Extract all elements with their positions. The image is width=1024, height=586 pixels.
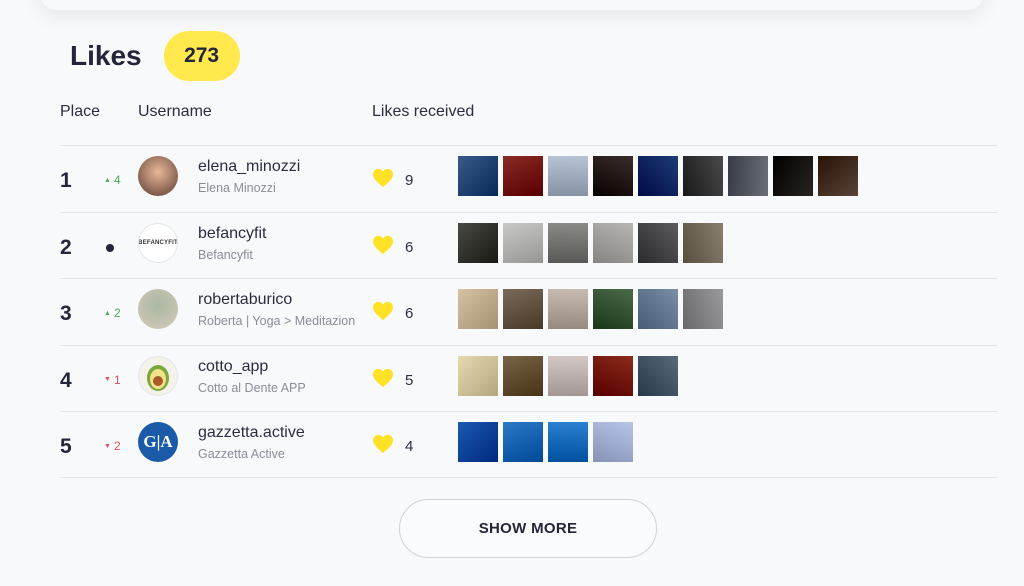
post-thumbnail[interactable] (638, 289, 678, 330)
post-thumbnail[interactable] (548, 222, 588, 263)
post-thumbnail[interactable] (458, 355, 498, 396)
post-thumbnail[interactable] (548, 156, 588, 196)
post-thumbnail[interactable] (458, 289, 498, 330)
liked-posts-thumbnails (458, 156, 858, 196)
top-card-shadow (40, 0, 984, 10)
arrow-up-icon: ▲ (104, 309, 111, 317)
arrow-down-icon: ▼ (104, 376, 111, 384)
post-thumbnail[interactable] (458, 156, 498, 196)
liked-posts-thumbnails (458, 222, 723, 263)
post-thumbnail[interactable] (503, 289, 543, 330)
column-header-place: Place (60, 103, 101, 120)
post-thumbnail[interactable] (773, 156, 813, 196)
table-row[interactable]: 3 ▲ 2 robertaburico Roberta | Yoga > Med… (60, 278, 997, 345)
liked-posts-thumbnails (458, 355, 678, 396)
arrow-down-icon: ▼ (104, 442, 111, 450)
likes-leaderboard: 1 ▲ 4 elena_minozzi Elena Minozzi 9 2 BE… (60, 145, 997, 478)
avocado-logo-icon (147, 364, 169, 391)
likes-count: 9 (405, 172, 414, 189)
post-thumbnail[interactable] (683, 156, 723, 196)
place-number: 4 (60, 368, 72, 392)
post-thumbnail[interactable] (638, 355, 678, 396)
post-thumbnail[interactable] (593, 289, 633, 330)
username-link[interactable]: elena_minozzi (198, 158, 300, 176)
column-headers: Place Username Likes received (0, 103, 1024, 125)
rank-change-indicator: ▲ 2 (104, 306, 121, 320)
liked-posts-thumbnails (458, 422, 633, 463)
rank-change-indicator: ▼ 2 (104, 439, 121, 453)
avatar[interactable]: BEFANCYFIT (138, 222, 178, 263)
post-thumbnail[interactable] (818, 156, 858, 196)
post-thumbnail[interactable] (728, 156, 768, 196)
full-name: Befancyfit (198, 247, 253, 262)
likes-count: 6 (405, 305, 414, 323)
likes-count: 5 (405, 371, 414, 389)
heart-icon (373, 235, 393, 254)
full-name: Elena Minozzi (198, 181, 276, 195)
heart-icon (373, 435, 393, 454)
avatar[interactable] (138, 355, 178, 396)
heart-icon (373, 302, 393, 321)
username-link[interactable]: robertaburico (198, 291, 292, 309)
rank-change-indicator: ▲ 4 (104, 173, 121, 187)
post-thumbnail[interactable] (593, 156, 633, 196)
arrow-up-icon: ▲ (104, 176, 111, 184)
rank-unchanged-dot (104, 240, 114, 252)
table-row[interactable]: 5 ▼ 2 G|A gazzetta.active Gazzetta Activ… (60, 411, 997, 478)
username-link[interactable]: cotto_app (198, 358, 268, 376)
heart-icon (373, 368, 393, 387)
post-thumbnail[interactable] (683, 289, 723, 330)
full-name: Roberta | Yoga > Meditazion (198, 314, 356, 329)
avatar-logo-text: BEFANCYFIT (138, 239, 178, 246)
post-thumbnail[interactable] (548, 355, 588, 396)
avatar[interactable] (138, 156, 178, 196)
rank-change-value: 2 (113, 439, 121, 454)
place-number: 3 (60, 302, 72, 326)
post-thumbnail[interactable] (503, 156, 543, 196)
post-thumbnail[interactable] (548, 422, 588, 463)
page-title: Likes (70, 40, 142, 71)
rank-change-value: 4 (113, 173, 121, 187)
post-thumbnail[interactable] (458, 422, 498, 463)
likes-count: 6 (405, 238, 414, 256)
avatar[interactable] (138, 289, 178, 330)
place-number: 1 (60, 169, 72, 192)
post-thumbnail[interactable] (593, 355, 633, 396)
column-header-username: Username (138, 103, 212, 120)
post-thumbnail[interactable] (593, 422, 633, 463)
full-name: Cotto al Dente APP (198, 380, 306, 395)
liked-posts-thumbnails (458, 289, 723, 330)
post-thumbnail[interactable] (458, 222, 498, 263)
likes-count-badge: 273 (163, 31, 240, 81)
post-thumbnail[interactable] (638, 222, 678, 263)
table-row[interactable]: 4 ▼ 1 cotto_app Cotto al Dente APP 5 (60, 344, 997, 412)
post-thumbnail[interactable] (638, 156, 678, 196)
rank-change-value: 2 (113, 306, 121, 321)
post-thumbnail[interactable] (593, 222, 633, 263)
rank-change-value: 1 (113, 372, 121, 387)
username-link[interactable]: befancyfit (198, 225, 266, 243)
full-name: Gazzetta Active (198, 447, 285, 462)
post-thumbnail[interactable] (503, 222, 543, 263)
show-more-button[interactable]: SHOW MORE (399, 499, 657, 558)
avatar-logo-text: G|A (143, 432, 173, 452)
likes-header: Likes 273 (70, 31, 240, 81)
post-thumbnail[interactable] (683, 222, 723, 263)
table-row[interactable]: 2 BEFANCYFIT befancyfit Befancyfit 6 (60, 211, 997, 279)
post-thumbnail[interactable] (503, 422, 543, 463)
avatar[interactable]: G|A (138, 422, 178, 463)
post-thumbnail[interactable] (503, 355, 543, 396)
likes-count: 4 (405, 438, 414, 456)
post-thumbnail[interactable] (548, 289, 588, 330)
heart-icon (373, 168, 393, 188)
place-number: 5 (60, 435, 72, 459)
table-row[interactable]: 1 ▲ 4 elena_minozzi Elena Minozzi 9 (60, 145, 997, 212)
place-number: 2 (60, 235, 72, 259)
username-link[interactable]: gazzetta.active (198, 424, 305, 442)
rank-change-indicator: ▼ 1 (104, 373, 121, 387)
column-header-likes-received: Likes received (372, 103, 475, 120)
